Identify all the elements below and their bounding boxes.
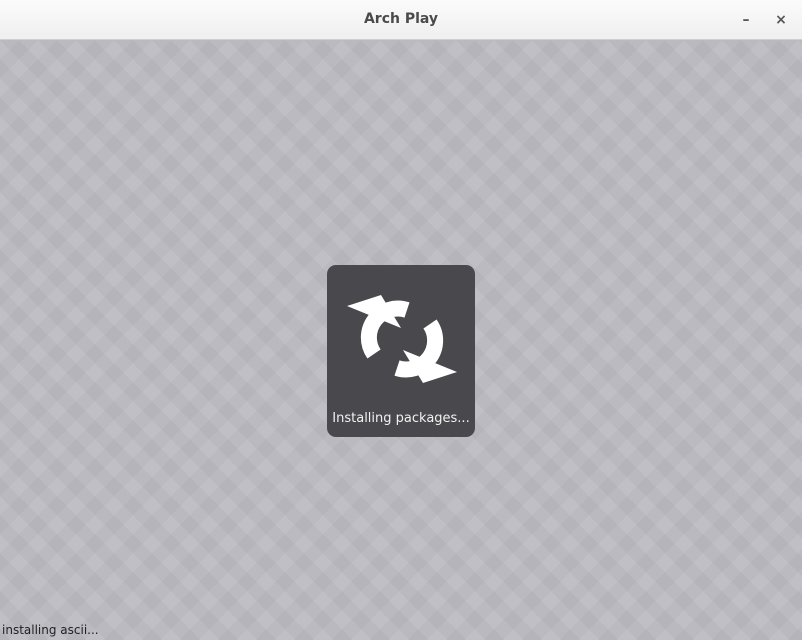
refresh-icon bbox=[347, 295, 457, 383]
title-bar[interactable]: Arch Play – × bbox=[0, 0, 802, 40]
content-area: Installing packages... bbox=[0, 40, 802, 640]
loading-label: Installing packages... bbox=[332, 411, 470, 426]
app-window: Arch Play – × Installing packages... ins… bbox=[0, 0, 802, 640]
minimize-button[interactable]: – bbox=[735, 10, 757, 30]
window-title: Arch Play bbox=[363, 11, 439, 27]
status-text: installing ascii... bbox=[2, 623, 99, 637]
loading-card: Installing packages... bbox=[327, 265, 475, 437]
close-button[interactable]: × bbox=[770, 10, 792, 30]
